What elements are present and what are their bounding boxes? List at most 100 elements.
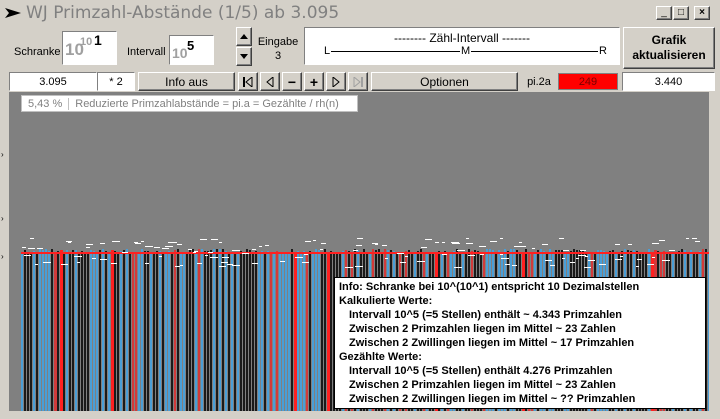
plot-bar: [78, 253, 80, 411]
optionen-button[interactable]: Optionen: [371, 72, 518, 91]
plot-bar: [240, 251, 242, 411]
plot-marker: [252, 249, 256, 250]
schranke-input[interactable]: 10 10 1: [62, 31, 117, 65]
plot-bar: [75, 250, 77, 411]
plot-bar: [198, 249, 200, 411]
plot-marker: [356, 245, 362, 246]
intervall-label: Intervall: [127, 46, 166, 58]
plot-marker: [345, 267, 353, 268]
plot-bar: [87, 254, 89, 411]
plot-marker: [304, 254, 308, 255]
plot-bar: [168, 251, 170, 411]
plot-marker: [145, 246, 153, 247]
plot-bar: [141, 249, 143, 411]
plot-marker: [135, 243, 141, 244]
plot-bar: [156, 251, 158, 411]
plot-bar: [69, 254, 71, 411]
plot-marker: [122, 252, 128, 253]
plot-bar: [60, 250, 63, 411]
nav-next-button[interactable]: [326, 72, 346, 91]
plot-bar: [276, 251, 278, 411]
grafik-aktualisieren-button[interactable]: Grafik aktualisieren: [623, 27, 715, 69]
plot-marker: [37, 248, 43, 249]
plot-percent: 5,43 %: [22, 97, 70, 110]
nav-plus-button[interactable]: +: [304, 72, 324, 91]
plot-bar: [321, 252, 323, 411]
plot-bar: [48, 251, 50, 411]
plot-marker: [219, 242, 222, 243]
plot-bar: [96, 252, 98, 411]
plot-bar: [30, 254, 32, 411]
plot-bar: [153, 254, 155, 411]
plot-bar: [162, 254, 164, 411]
plot-marker: [375, 244, 378, 245]
plot-bar: [309, 251, 311, 411]
zaehl-left: L: [323, 45, 332, 57]
nav-last-button[interactable]: [348, 72, 368, 91]
app-icon: [5, 8, 21, 18]
plot-marker: [692, 238, 697, 239]
info-line-counted-title: Gezählte Werte:: [339, 351, 422, 363]
factor-field[interactable]: * 2: [97, 72, 135, 91]
plot-marker: [652, 243, 659, 244]
nav-first-button[interactable]: [238, 72, 258, 91]
end-value-text: 3.440: [654, 75, 683, 88]
end-value-field[interactable]: 3.440: [622, 72, 715, 91]
plot-bar: [42, 250, 44, 411]
plot-marker: [232, 265, 240, 266]
nav-prev-button[interactable]: [260, 72, 280, 91]
maximize-button[interactable]: □: [673, 6, 689, 20]
arrow-down-icon: [240, 54, 248, 59]
plot-bar: [102, 249, 104, 411]
optionen-label: Optionen: [420, 74, 469, 89]
start-value-field[interactable]: 3.095: [9, 72, 97, 91]
plot-bar: [150, 253, 152, 411]
plot-marker: [400, 262, 406, 263]
start-value-text: 3.095: [39, 75, 67, 88]
eingabe-box: Eingabe 3: [256, 35, 300, 63]
pi-label: pi.2a: [521, 72, 557, 91]
info-line-calculated-title: Kalkulierte Werte:: [339, 295, 433, 307]
plot-marker: [442, 242, 445, 243]
plot-marker: [578, 255, 586, 256]
nav-minus-button[interactable]: −: [282, 72, 302, 91]
plot-bar: [135, 254, 137, 411]
plot-bar: [234, 254, 236, 411]
info-line-calc-interval: Intervall 10^5 (=5 Stellen) enthält ~ 4.…: [349, 309, 622, 321]
plot-marker: [222, 257, 229, 258]
plot-marker: [43, 262, 51, 263]
plot-bar: [213, 249, 215, 411]
plot-marker: [159, 256, 162, 257]
plot-marker: [66, 241, 72, 242]
plot-bar: [147, 251, 149, 411]
plot-marker: [295, 257, 303, 258]
plot-bar: [222, 249, 224, 411]
plot-bar: [315, 249, 317, 411]
plot-marker: [479, 246, 486, 247]
title-bar[interactable]: WJ Primzahl-Abstände (1/5) ab 3.095 _ □ …: [0, 0, 720, 26]
plot-marker: [662, 260, 670, 261]
info-line-header: Info: Schranke bei 10^(10^1) entspricht …: [339, 281, 640, 293]
plot-bar: [195, 253, 197, 411]
info-panel: Info: Schranke bei 10^(10^1) entspricht …: [334, 277, 706, 409]
plot-marker: [588, 260, 595, 261]
plot-bar: [210, 250, 212, 411]
plot-bar: [63, 252, 65, 411]
plot-marker: [580, 250, 586, 251]
plot-marker: [435, 242, 439, 243]
minimize-button[interactable]: _: [656, 6, 672, 20]
spin-down-button[interactable]: [236, 47, 252, 66]
plot-bar: [129, 253, 131, 411]
intervall-input[interactable]: 10 5: [169, 35, 214, 65]
info-toggle-button[interactable]: Info aus: [138, 72, 235, 91]
plot-marker: [188, 249, 192, 250]
plot-marker: [545, 260, 552, 261]
plot-marker: [205, 255, 208, 256]
plot-bar: [189, 249, 191, 411]
plot-bar: [108, 252, 110, 411]
spin-up-button[interactable]: [236, 27, 252, 46]
plot-bar: [297, 251, 299, 411]
plot-marker: [500, 238, 503, 239]
close-button[interactable]: ×: [694, 6, 710, 20]
plot-marker: [669, 250, 675, 251]
